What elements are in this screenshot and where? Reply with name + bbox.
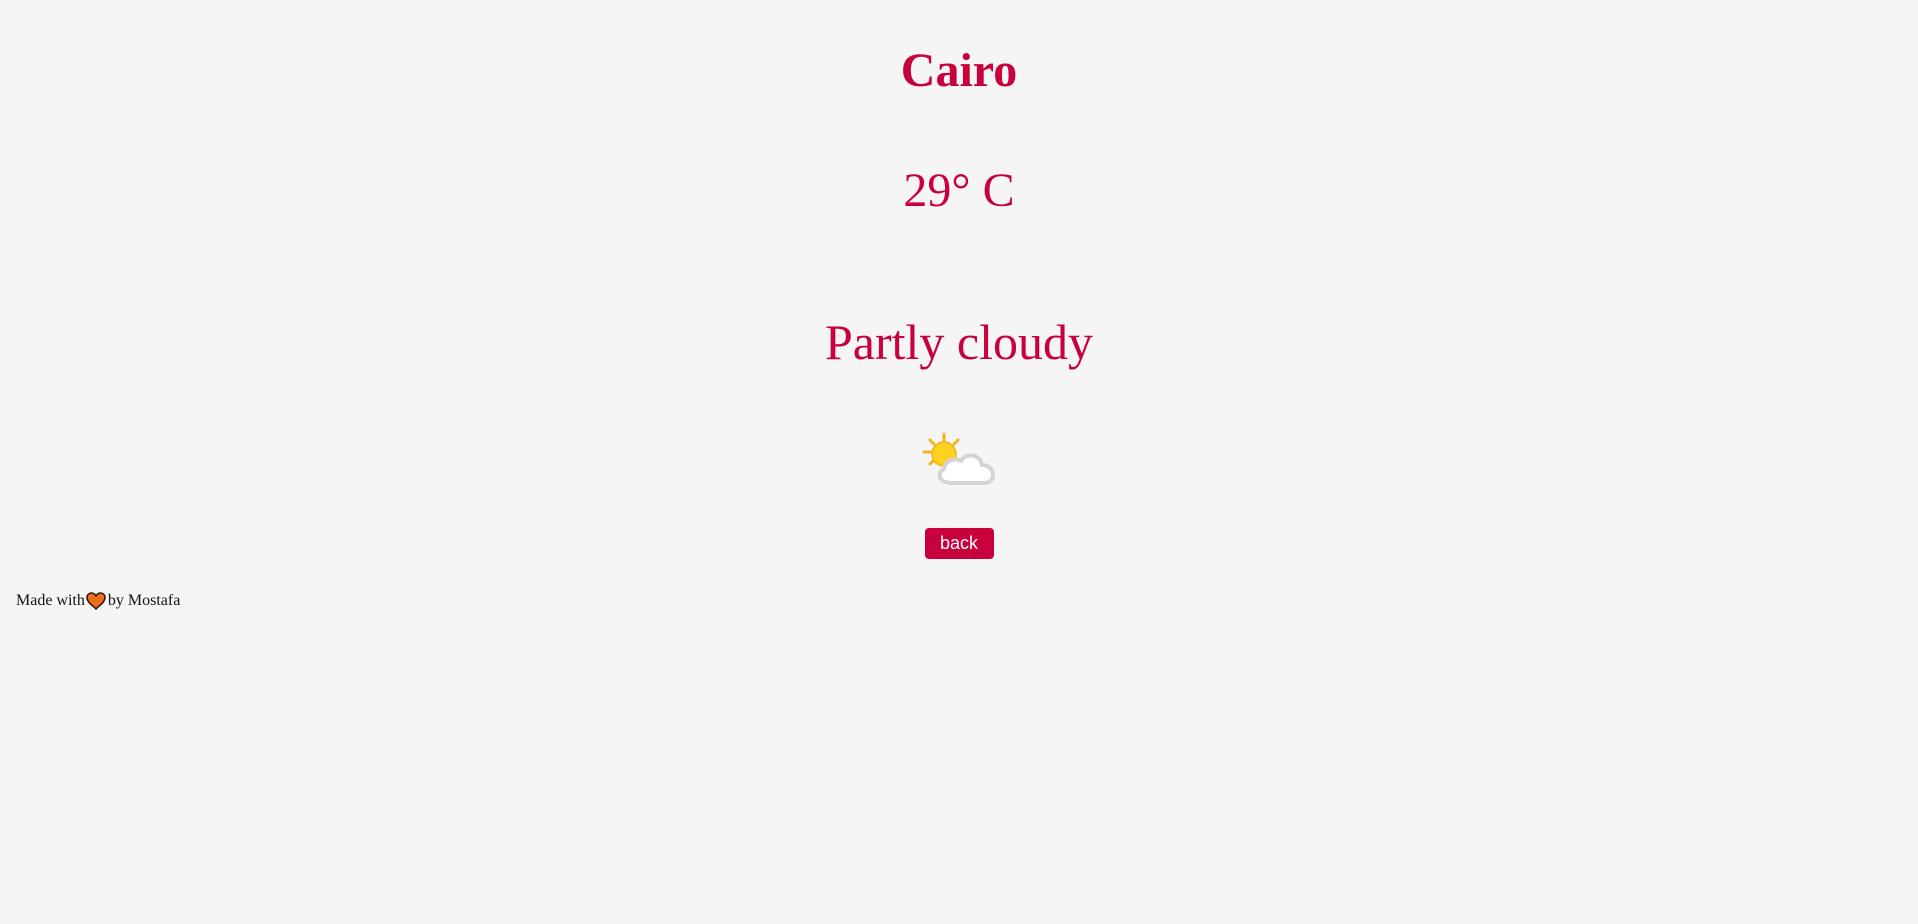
partly-cloudy-icon: [922, 432, 995, 485]
footer-suffix: by Mostafa: [107, 592, 181, 609]
footer-prefix: Made with: [16, 592, 85, 609]
city-name: Cairo: [900, 44, 1018, 97]
footer: Made with by Mostafa: [16, 591, 180, 611]
weather-condition: Partly cloudy: [824, 314, 1094, 370]
weather-card: Cairo 29° C Partly cloudy back: [0, 0, 1918, 559]
heart-icon: [86, 592, 106, 610]
weather-page: Cairo 29° C Partly cloudy back Made with…: [0, 0, 1918, 924]
temperature: 29° C: [903, 164, 1015, 217]
back-button[interactable]: back: [924, 528, 994, 559]
